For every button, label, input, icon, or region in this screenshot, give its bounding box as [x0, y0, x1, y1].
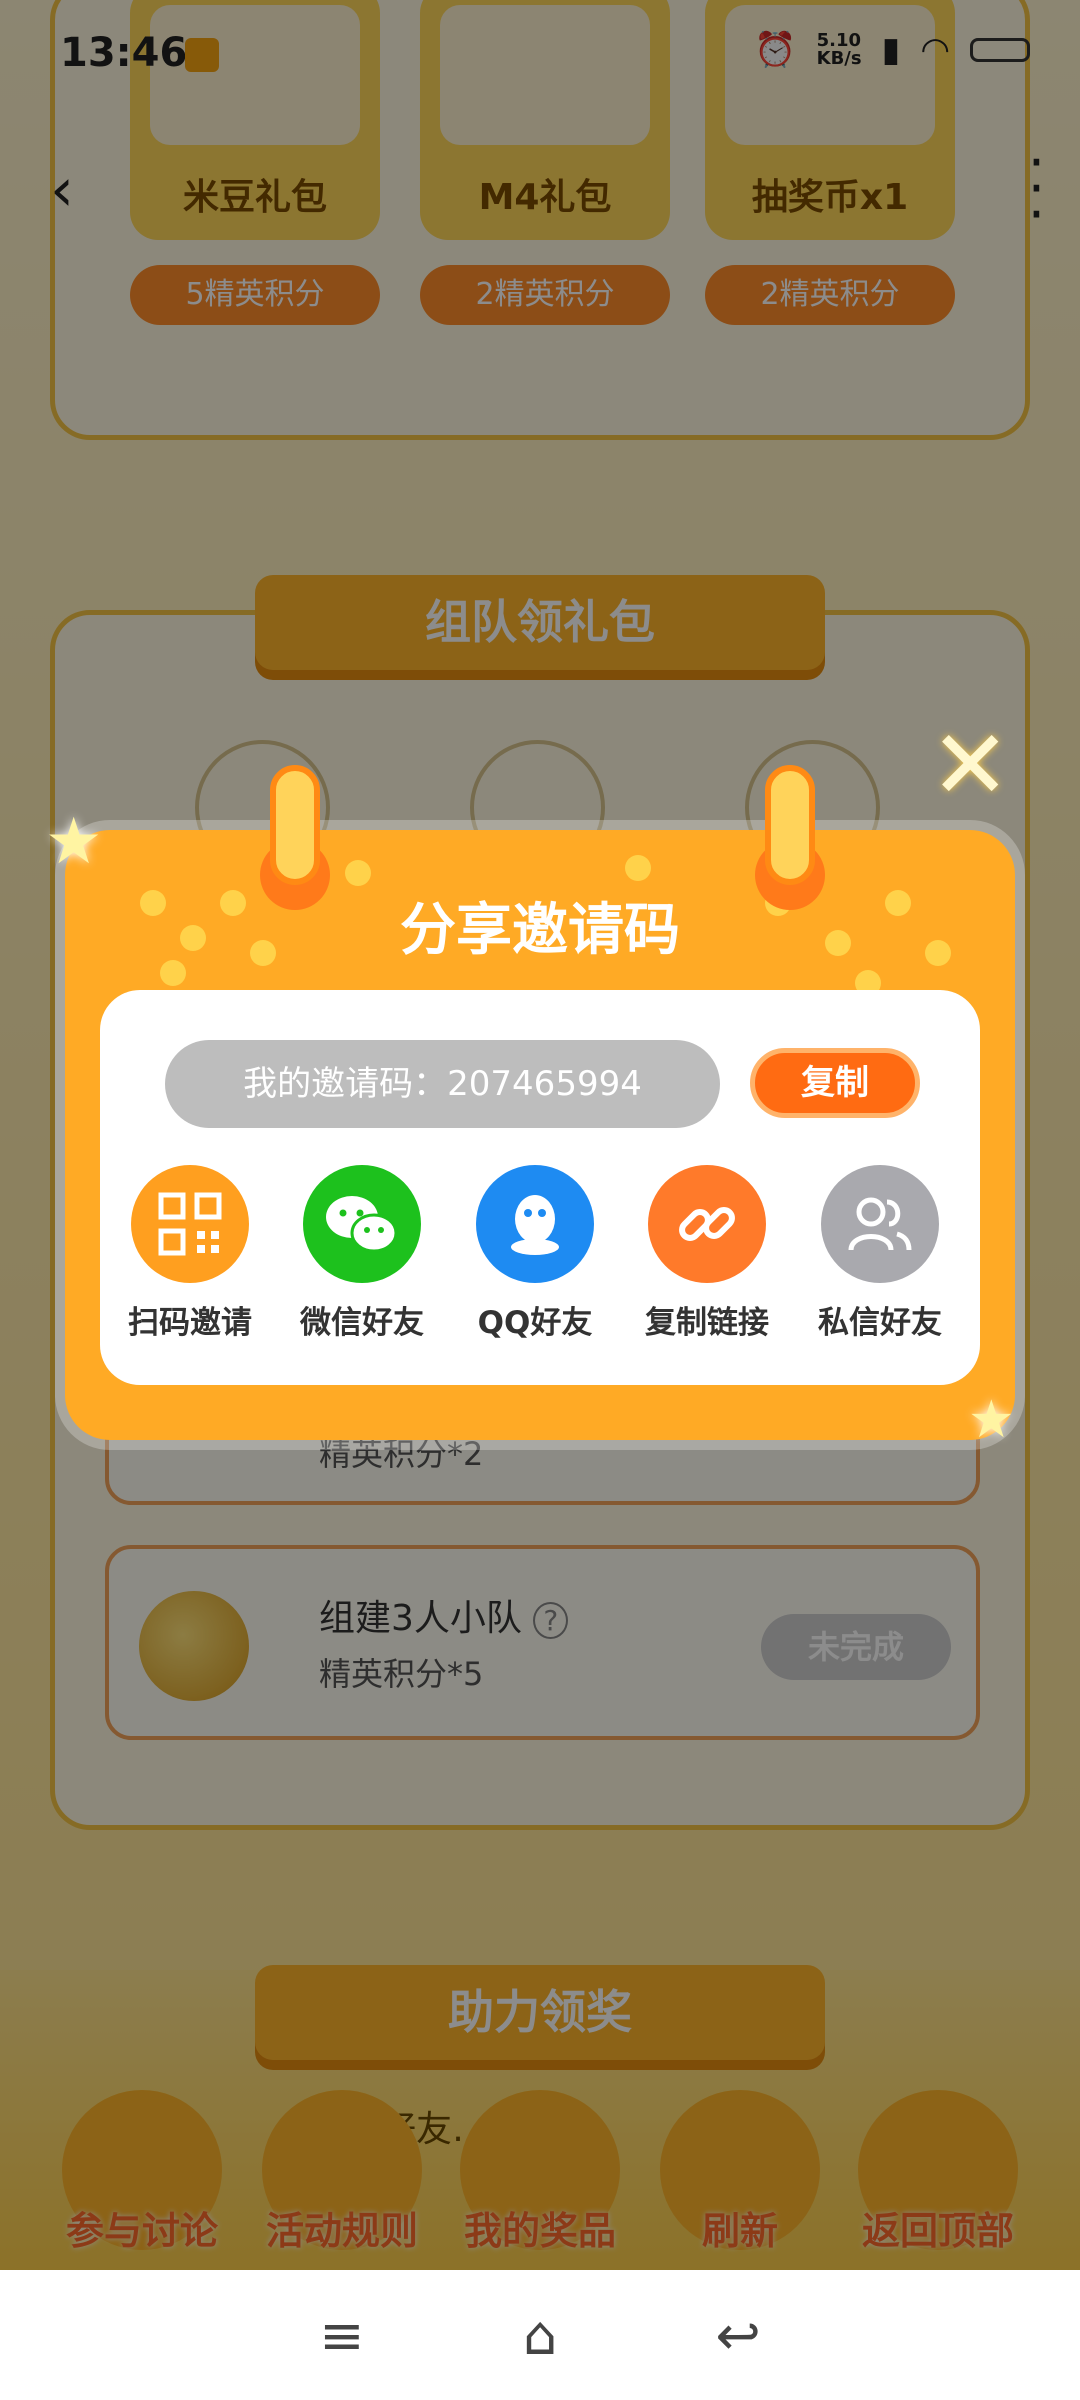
copy-button[interactable]: 复制: [750, 1048, 920, 1118]
modal-title: 分享邀请码: [400, 898, 680, 963]
wechat-icon: [303, 1165, 421, 1283]
menu-icon[interactable]: ≡: [319, 2304, 364, 2367]
close-icon[interactable]: ✕: [930, 717, 1010, 813]
share-label: 私信好友: [818, 1305, 942, 1341]
system-navigation-bar: ≡ ⌂ ↩: [0, 2270, 1080, 2400]
link-icon: [648, 1165, 766, 1283]
share-label: 复制链接: [645, 1305, 769, 1341]
modal-body: 我的邀请码：207465994 复制 扫码邀请 微信好友 QQ好友 复制链接 私…: [100, 990, 980, 1385]
share-private-message[interactable]: 私信好友: [795, 1165, 965, 1342]
star-icon: ★: [45, 805, 103, 879]
share-label: 微信好友: [300, 1305, 424, 1341]
share-qr-invite[interactable]: 扫码邀请: [105, 1165, 275, 1342]
share-label: QQ好友: [477, 1305, 593, 1341]
back-nav-icon[interactable]: ↩: [716, 2304, 761, 2367]
qq-icon: [476, 1165, 594, 1283]
home-icon[interactable]: ⌂: [523, 2304, 557, 2367]
share-wechat[interactable]: 微信好友: [277, 1165, 447, 1342]
star-icon: ★: [968, 1390, 1015, 1450]
ring-hook: [270, 765, 320, 885]
invite-code-field: 我的邀请码：207465994: [165, 1040, 720, 1128]
ring-hook: [765, 765, 815, 885]
qr-code-icon: [131, 1165, 249, 1283]
share-invite-modal: 分享邀请码 我的邀请码：207465994 复制 扫码邀请 微信好友 QQ好友 …: [65, 765, 1015, 1440]
share-label: 扫码邀请: [128, 1305, 252, 1341]
friends-icon: [821, 1165, 939, 1283]
share-copy-link[interactable]: 复制链接: [622, 1165, 792, 1342]
share-qq[interactable]: QQ好友: [450, 1165, 620, 1342]
